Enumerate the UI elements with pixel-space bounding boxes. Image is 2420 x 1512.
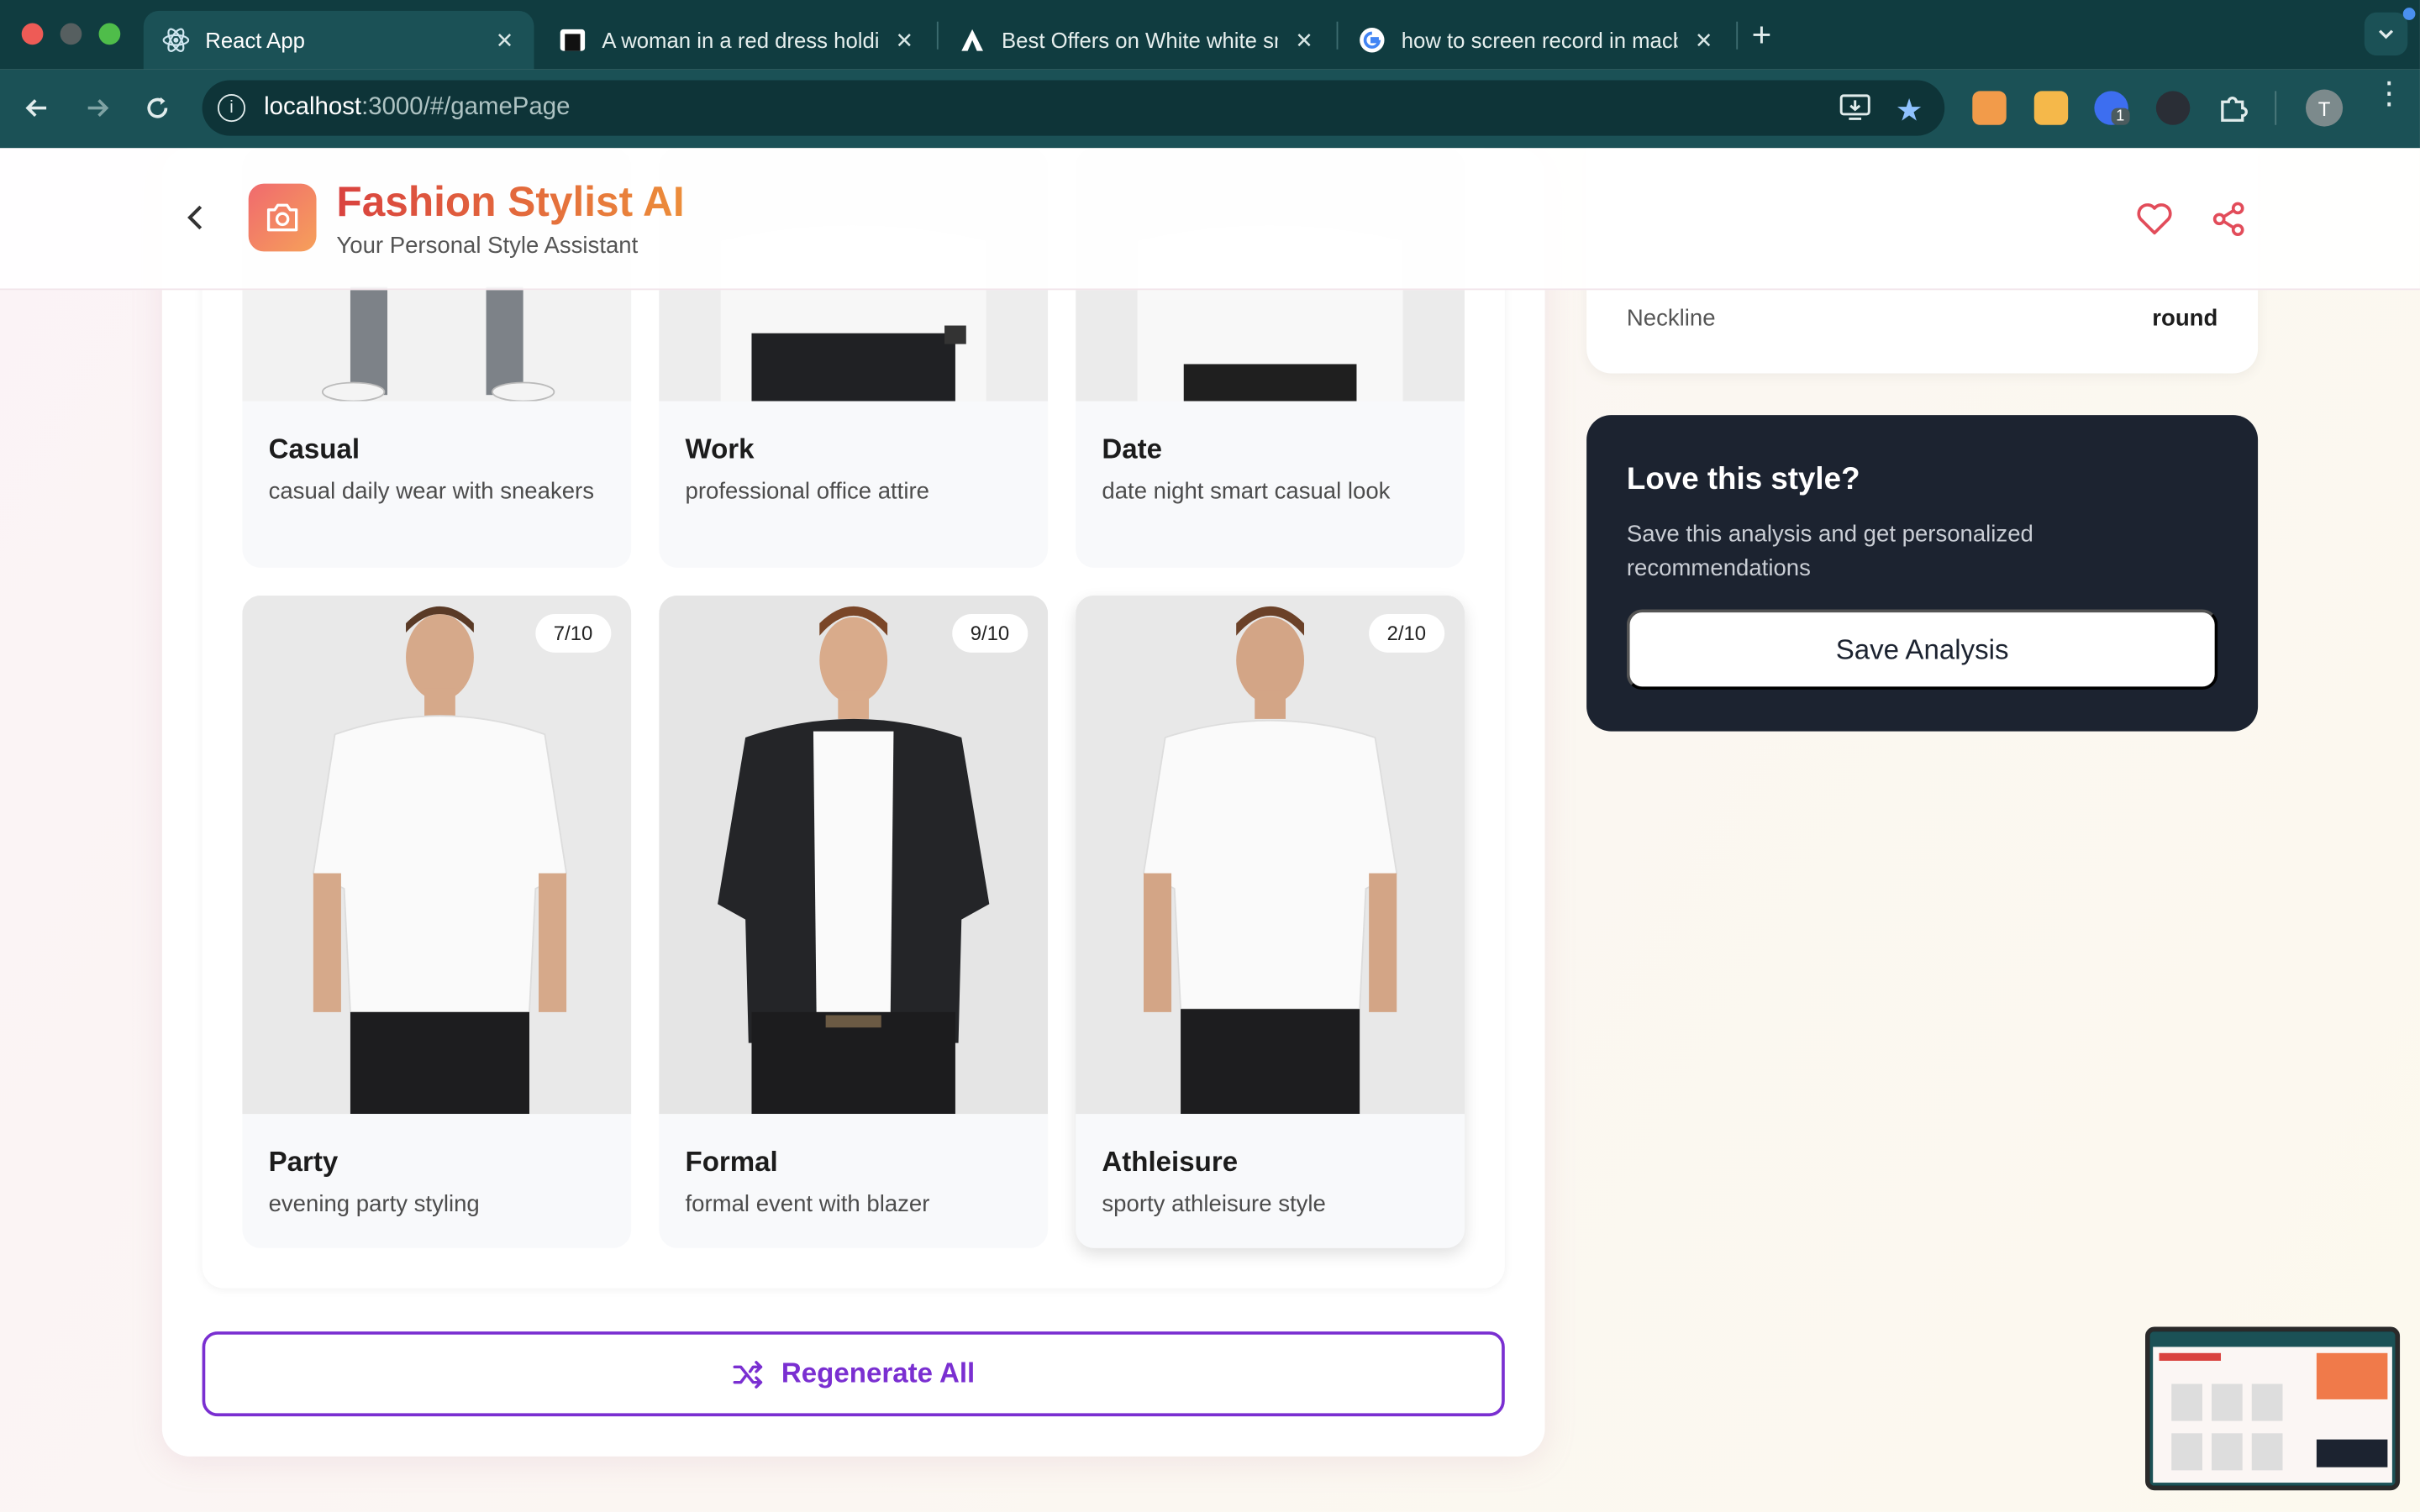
brand-icon — [559, 26, 587, 54]
outfit-description: date night smart casual look — [1102, 478, 1391, 505]
arrow-left-icon — [25, 99, 47, 118]
metamask-extension-icon[interactable] — [1972, 91, 2007, 125]
outfit-description: casual daily wear with sneakers — [268, 478, 595, 505]
tab-title: Best Offers on White white sn — [1002, 28, 1278, 53]
minimize-window-button[interactable] — [60, 23, 82, 45]
tab-screen-record[interactable]: how to screen record in macb ✕ — [1339, 11, 1733, 70]
save-style-card: Love this style? Save this analysis and … — [1586, 415, 2259, 732]
outfit-grid-container: Casual casual daily wear with sneakers W… — [202, 148, 1505, 1289]
reload-button[interactable] — [137, 88, 177, 129]
outfit-description: formal event with blazer — [685, 1190, 930, 1218]
tab-title: A woman in a red dress holdir — [602, 28, 879, 53]
close-icon[interactable]: ✕ — [1293, 27, 1315, 53]
install-app-icon[interactable] — [1839, 94, 1870, 129]
outfit-photo: 2/10 — [1076, 595, 1465, 1115]
extension-badge: 1 — [2111, 108, 2129, 125]
arrow-right-icon — [87, 99, 109, 118]
shuffle-icon — [734, 1360, 763, 1389]
outfit-name: Athleisure — [1102, 1146, 1239, 1178]
bookmark-star-icon[interactable]: ★ — [1896, 91, 1923, 129]
forward-button[interactable] — [77, 88, 118, 129]
outfit-description: professional office attire — [685, 478, 929, 505]
outfit-card-party[interactable]: 7/10 Party evening party styling — [242, 595, 632, 1248]
neckline-label: Neckline — [1626, 305, 1716, 332]
screen-recording-thumbnail[interactable] — [2145, 1326, 2401, 1491]
maximize-window-button[interactable] — [98, 23, 121, 45]
close-window-button[interactable] — [21, 23, 44, 45]
extension-icon-orange[interactable] — [2033, 91, 2069, 125]
url-path: :3000/#/gamePage — [361, 94, 571, 121]
google-icon — [1358, 26, 1386, 54]
close-icon[interactable]: ✕ — [1693, 27, 1715, 53]
outfit-description: evening party styling — [268, 1190, 480, 1218]
tab-title: how to screen record in macb — [1401, 28, 1678, 53]
favorite-button[interactable] — [2134, 199, 2175, 239]
share-icon — [2212, 202, 2244, 237]
a-logo-icon — [959, 26, 986, 54]
app-logo — [248, 183, 317, 252]
chevron-down-icon — [2379, 29, 2394, 39]
tab-search-button[interactable] — [2364, 12, 2408, 56]
tab-woman-red-dress[interactable]: A woman in a red dress holdir ✕ — [540, 11, 934, 70]
close-icon[interactable]: ✕ — [893, 27, 915, 53]
close-icon[interactable]: ✕ — [494, 27, 516, 53]
outfit-photo: 9/10 — [659, 595, 1049, 1115]
new-tab-button[interactable]: + — [1752, 15, 1772, 55]
outfit-card-formal[interactable]: 9/10 Formal formal event with blazer — [659, 595, 1049, 1248]
outfit-photo: 7/10 — [242, 595, 632, 1115]
share-button[interactable] — [2208, 199, 2249, 239]
reload-icon — [147, 97, 168, 118]
outfit-name: Work — [685, 433, 755, 465]
profile-avatar[interactable]: T — [2306, 89, 2344, 127]
chevron-left-icon — [187, 205, 203, 230]
regenerate-all-label: Regenerate All — [781, 1357, 976, 1389]
outfit-description: sporty athleisure style — [1102, 1190, 1326, 1218]
regenerate-all-button[interactable]: Regenerate All — [202, 1331, 1505, 1417]
neckline-value: round — [2152, 305, 2218, 332]
more-menu-icon[interactable]: ⋮ — [2374, 79, 2405, 110]
camera-icon — [266, 203, 298, 232]
address-bar[interactable]: i localhost:3000/#/gamePage ★ — [202, 80, 1945, 136]
tab-react-app[interactable]: React App ✕ — [143, 10, 534, 70]
outfit-name: Date — [1102, 433, 1163, 465]
outfit-card-athleisure[interactable]: 2/10 Athleisure sporty athleisure style — [1076, 595, 1465, 1248]
save-analysis-button[interactable]: Save Analysis — [1626, 609, 2218, 690]
heart-icon — [2137, 203, 2172, 235]
url-host: localhost — [264, 94, 362, 121]
app-header: Fashion Stylist AI Your Personal Style A… — [0, 148, 2420, 291]
extension-icon-dark[interactable] — [2155, 91, 2191, 125]
cta-text: Save this analysis and get personalized … — [1626, 521, 2033, 582]
app-viewport: Neckline round Casual casual daily wear … — [0, 148, 2420, 1512]
app-title: Fashion Stylist AI — [336, 179, 685, 226]
outfit-score-badge: 9/10 — [951, 614, 1028, 653]
cta-title: Love this style? — [1626, 463, 1860, 497]
browser-tab-strip: React App ✕ A woman in a red dress holdi… — [0, 0, 2420, 70]
react-icon — [162, 26, 190, 54]
notification-dot — [2402, 8, 2416, 20]
tab-best-offers[interactable]: Best Offers on White white sn ✕ — [940, 11, 1334, 70]
back-button[interactable] — [179, 201, 213, 234]
outfit-score-badge: 7/10 — [534, 614, 612, 653]
back-button[interactable] — [17, 88, 57, 129]
app-subtitle: Your Personal Style Assistant — [336, 233, 639, 260]
site-info-icon[interactable]: i — [217, 94, 246, 123]
outfit-name: Formal — [685, 1146, 778, 1178]
outfit-score-badge: 2/10 — [1368, 614, 1445, 653]
toolbar-divider — [2275, 91, 2277, 125]
outfit-name: Casual — [268, 433, 360, 465]
puzzle-extensions-icon[interactable] — [2217, 91, 2250, 133]
outfit-name: Party — [268, 1146, 339, 1178]
tab-title: React App — [205, 28, 305, 53]
